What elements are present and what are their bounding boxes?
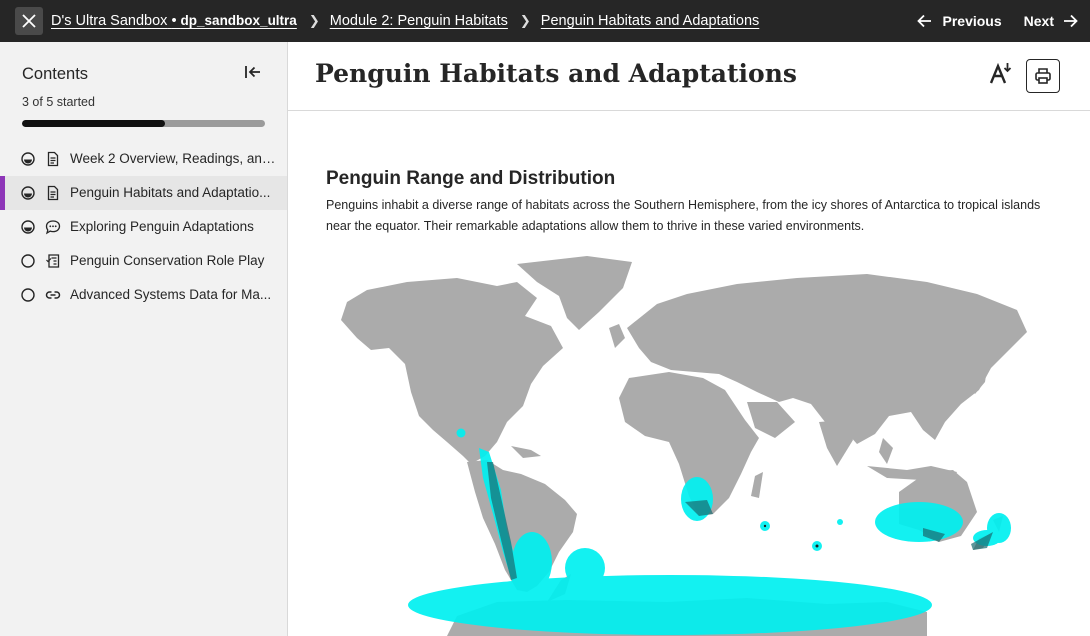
discussion-icon: [45, 220, 61, 235]
print-icon: [1035, 68, 1051, 84]
breadcrumb-module[interactable]: Module 2: Penguin Habitats: [330, 13, 508, 29]
breadcrumb: D's Ultra Sandbox • dp_sandbox_ultra ❯ M…: [51, 13, 759, 29]
assignment-icon: [46, 254, 60, 268]
contents-item-penguin-habitats[interactable]: Penguin Habitats and Adaptatio...: [0, 176, 287, 210]
next-button[interactable]: Next: [1024, 13, 1078, 29]
progress-text: 3 of 5 started: [22, 95, 95, 109]
status-started-icon: [21, 220, 35, 234]
page-body: Penguin Range and Distribution Penguins …: [326, 168, 1056, 237]
print-button[interactable]: [1026, 59, 1060, 93]
section-heading: Penguin Range and Distribution: [326, 168, 616, 189]
contents-sidebar: Contents 3 of 5 started Week 2 Overview,…: [0, 42, 288, 636]
progress-bar-fill: [22, 120, 166, 127]
contents-item-label: Penguin Habitats and Adaptatio...: [70, 185, 271, 200]
contents-item-label: Exploring Penguin Adaptations: [70, 219, 254, 234]
page-navigation: Previous Next: [916, 0, 1090, 42]
previous-label: Previous: [942, 13, 1002, 29]
chevron-right-icon: ❯: [519, 13, 531, 28]
arrow-left-icon: [916, 14, 931, 28]
status-not-started-icon: [21, 254, 35, 268]
contents-item-label: Week 2 Overview, Readings, and...: [70, 151, 280, 166]
chevron-right-icon: ❯: [308, 13, 320, 28]
page-title: Penguin Habitats and Adaptations: [315, 59, 797, 88]
contents-item-week-2-overview[interactable]: Week 2 Overview, Readings, and...: [0, 142, 287, 176]
contents-item-label: Advanced Systems Data for Ma...: [70, 287, 272, 302]
document-icon: [47, 151, 59, 167]
collapse-left-icon: [245, 66, 260, 78]
contents-list: Week 2 Overview, Readings, and... Pengui…: [0, 142, 287, 312]
breadcrumb-course[interactable]: D's Ultra Sandbox • dp_sandbox_ultra: [51, 13, 297, 29]
map-ocean-dots: [763, 524, 819, 548]
next-label: Next: [1023, 13, 1054, 29]
status-not-started-icon: [21, 288, 35, 302]
document-icon: [47, 185, 59, 201]
link-icon: [45, 291, 61, 299]
contents-item-label: Penguin Conservation Role Play: [70, 253, 265, 268]
close-icon: [22, 14, 36, 28]
status-started-icon: [21, 186, 35, 200]
translate-button[interactable]: [988, 61, 1014, 87]
close-button[interactable]: [15, 7, 43, 35]
top-bar: D's Ultra Sandbox • dp_sandbox_ultra ❯ M…: [0, 0, 1090, 42]
arrow-right-icon: [1064, 14, 1078, 28]
penguin-range-map-image: [341, 256, 1027, 636]
contents-item-advanced-systems-data[interactable]: Advanced Systems Data for Ma...: [0, 278, 287, 312]
collapse-sidebar-button[interactable]: [244, 64, 266, 84]
breadcrumb-current-page[interactable]: Penguin Habitats and Adaptations: [541, 13, 759, 29]
contents-item-exploring-adaptations[interactable]: Exploring Penguin Adaptations: [0, 210, 287, 244]
contents-item-conservation-role-play[interactable]: Penguin Conservation Role Play: [0, 244, 287, 278]
previous-button[interactable]: Previous: [916, 13, 1002, 29]
section-text: Penguins inhabit a diverse range of habi…: [326, 198, 1041, 233]
sidebar-title: Contents: [22, 65, 89, 83]
status-started-icon: [21, 152, 35, 166]
page-header: Penguin Habitats and Adaptations: [288, 42, 1090, 111]
progress-bar: [22, 120, 265, 127]
translate-icon: [989, 62, 1012, 84]
